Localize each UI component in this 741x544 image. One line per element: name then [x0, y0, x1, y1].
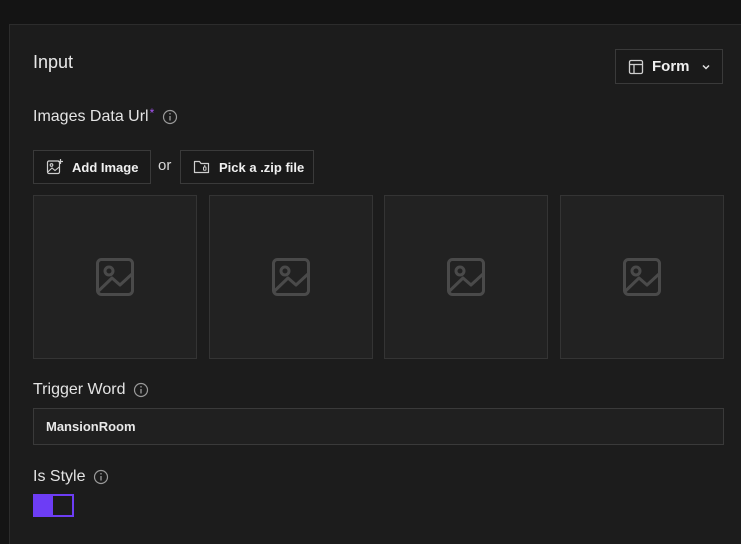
is-style-text: Is Style [33, 468, 86, 485]
form-mode-label: Form [652, 58, 690, 75]
required-marker: * [149, 106, 155, 120]
image-slot-4[interactable] [560, 195, 724, 359]
info-icon[interactable] [133, 382, 149, 398]
info-icon[interactable] [93, 469, 109, 485]
image-slot-1[interactable] [33, 195, 197, 359]
trigger-word-input[interactable] [33, 408, 724, 445]
section-title: Input [33, 52, 74, 72]
toggle-fill [35, 496, 53, 515]
image-placeholder-icon [623, 258, 661, 296]
table-layout-icon [628, 59, 644, 75]
image-slot-3[interactable] [384, 195, 548, 359]
images-data-url-text: Images Data Url [33, 108, 149, 125]
image-placeholder-icon [447, 258, 485, 296]
or-separator: or [158, 157, 172, 174]
image-slot-2[interactable] [209, 195, 373, 359]
image-placeholder-icon [96, 258, 134, 296]
pick-zip-label: Pick a .zip file [219, 159, 305, 175]
info-icon[interactable] [162, 109, 178, 125]
chevron-down-icon [700, 61, 712, 73]
add-image-button[interactable]: Add Image [33, 150, 151, 184]
image-add-icon [46, 158, 64, 176]
image-placeholder-icon [272, 258, 310, 296]
trigger-word-text: Trigger Word [33, 381, 126, 398]
folder-zip-icon [193, 158, 211, 176]
is-style-toggle[interactable] [33, 494, 74, 517]
add-image-label: Add Image [72, 159, 139, 175]
form-mode-dropdown[interactable]: Form [615, 49, 723, 84]
is-style-label: Is Style [33, 468, 109, 486]
trigger-word-label: Trigger Word [33, 381, 149, 399]
input-panel: Input Form Images Data Url * Add Image o… [9, 24, 741, 544]
pick-zip-button[interactable]: Pick a .zip file [180, 150, 314, 184]
images-data-url-label: Images Data Url * [33, 106, 178, 126]
